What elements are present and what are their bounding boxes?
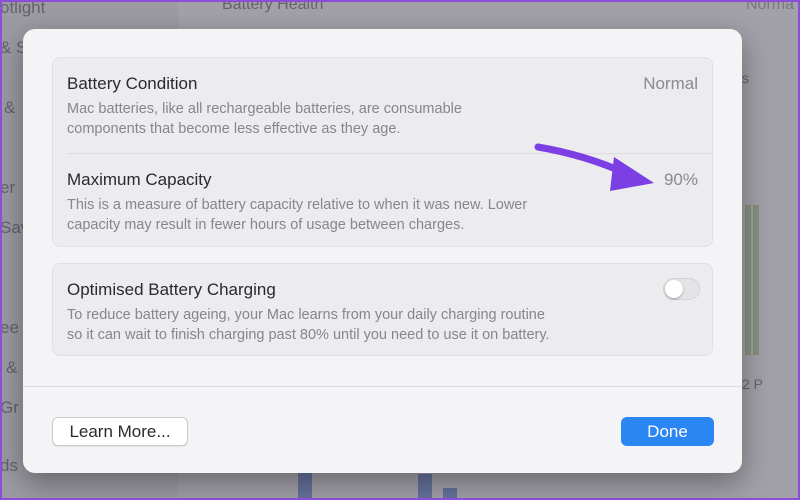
maximum-capacity-description: This is a measure of battery capacity re… bbox=[67, 195, 698, 235]
description-line: capacity may result in fewer hours of us… bbox=[67, 217, 465, 233]
battery-condition-description: Mac batteries, like all rechargeable bat… bbox=[67, 99, 698, 139]
description-line: so it can wait to finish charging past 8… bbox=[67, 327, 550, 343]
description-line: To reduce battery ageing, your Mac learn… bbox=[67, 307, 545, 323]
maximum-capacity-value: 90% bbox=[663, 170, 698, 189]
battery-condition-title: Battery Condition bbox=[67, 74, 198, 93]
battery-condition-row: Battery Condition Normal Mac batteries, … bbox=[67, 74, 698, 139]
footer-divider bbox=[23, 386, 742, 387]
toggle-knob bbox=[665, 280, 683, 298]
optimised-charging-group: Optimised Battery Charging To reduce bat… bbox=[52, 263, 713, 356]
battery-health-dialog: Battery Condition Normal Mac batteries, … bbox=[23, 29, 742, 473]
optimised-charging-toggle[interactable] bbox=[663, 278, 700, 300]
annotation-arrow-icon bbox=[534, 143, 654, 191]
description-line: Mac batteries, like all rechargeable bat… bbox=[67, 101, 462, 117]
learn-more-button[interactable]: Learn More... bbox=[52, 417, 188, 446]
optimised-charging-description: To reduce battery ageing, your Mac learn… bbox=[67, 305, 698, 345]
optimised-charging-row: Optimised Battery Charging To reduce bat… bbox=[67, 280, 698, 345]
battery-condition-value: Normal bbox=[643, 74, 698, 93]
done-button[interactable]: Done bbox=[621, 417, 714, 446]
optimised-charging-title: Optimised Battery Charging bbox=[67, 280, 276, 299]
description-line: This is a measure of battery capacity re… bbox=[67, 197, 528, 213]
